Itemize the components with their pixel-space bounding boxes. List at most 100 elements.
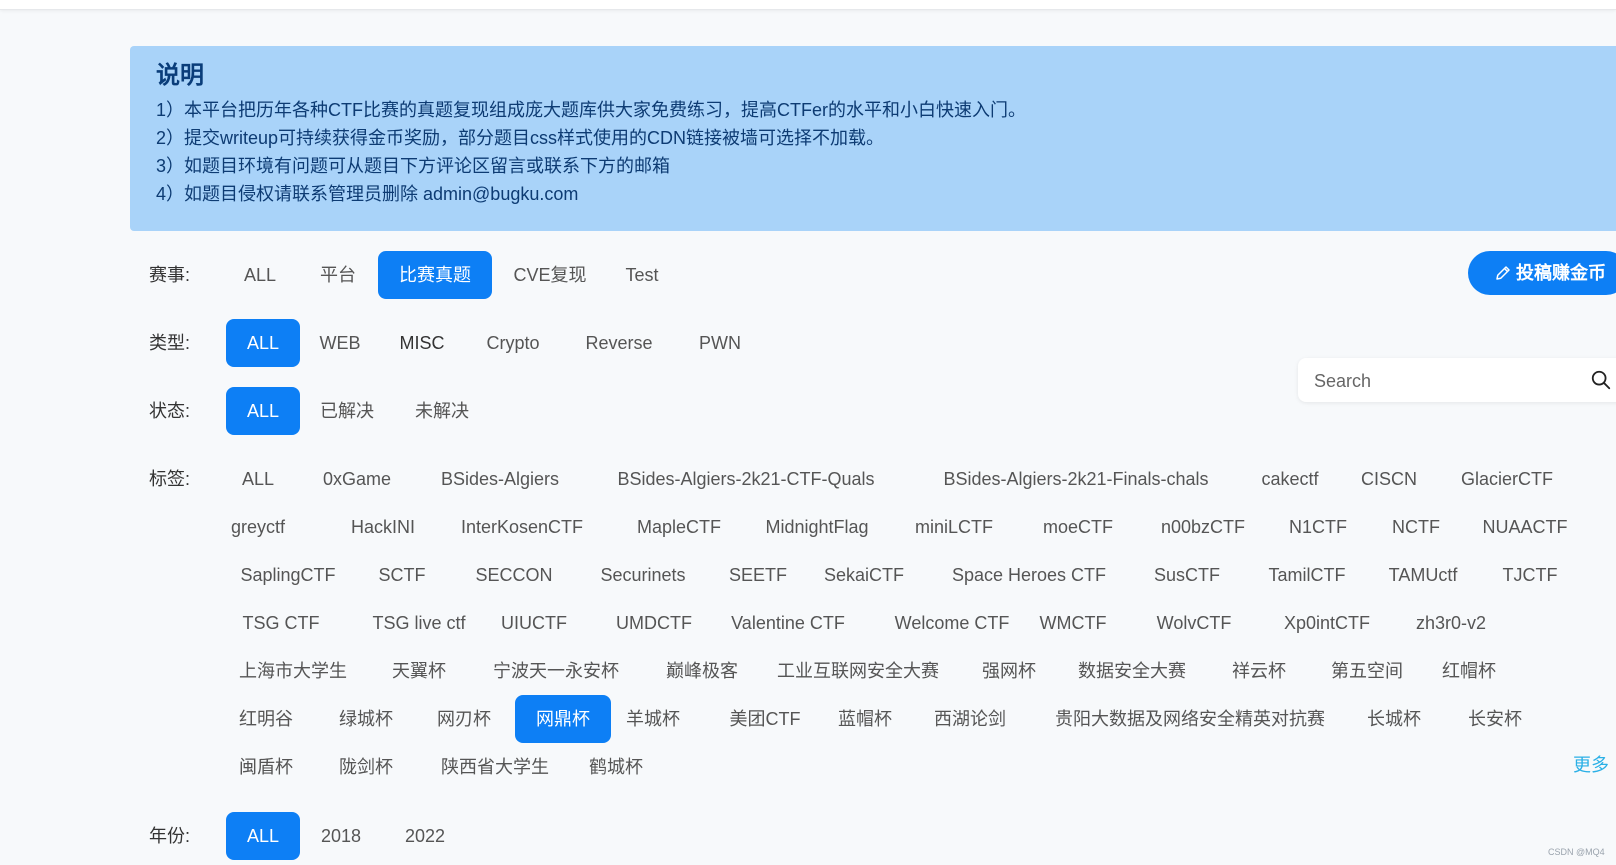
tag-option[interactable]: BSides-Algiers-2k21-CTF-Quals <box>588 455 904 503</box>
search-icon[interactable] <box>1590 369 1612 391</box>
tag-option[interactable]: 蓝帽杯 <box>825 695 905 743</box>
tags-filter-label: 标签: <box>149 469 191 489</box>
tag-option[interactable]: zh3r0-v2 <box>1390 599 1512 647</box>
tag-option[interactable]: MapleCTF <box>615 503 743 551</box>
tag-option[interactable]: 祥云杯 <box>1220 647 1298 695</box>
tag-option[interactable]: moeCTF <box>1023 503 1133 551</box>
tag-option[interactable]: SEETF <box>717 551 799 599</box>
tag-option[interactable]: N1CTF <box>1271 503 1365 551</box>
tags-more-link[interactable]: 更多 <box>1573 752 1609 778</box>
tag-option[interactable]: GlacierCTF <box>1444 455 1570 503</box>
tag-option[interactable]: 网鼎杯 <box>515 695 611 743</box>
tag-option[interactable]: BSides-Algiers-2k21-Finals-chals <box>913 455 1239 503</box>
tag-option[interactable]: greyctf <box>226 503 290 551</box>
tag-option[interactable]: WMCTF <box>1023 599 1123 647</box>
tag-option[interactable]: NCTF <box>1375 503 1457 551</box>
tag-option[interactable]: 鹤城杯 <box>578 743 654 791</box>
tag-option[interactable]: 闽盾杯 <box>226 743 306 791</box>
tag-option[interactable]: WolvCTF <box>1145 599 1243 647</box>
tag-option[interactable]: InterKosenCTF <box>436 503 608 551</box>
event-option-cve[interactable]: CVE复现 <box>502 251 598 299</box>
watermark: CSDN @MQ4 <box>1548 847 1605 857</box>
tag-option[interactable]: miniLCTF <box>902 503 1006 551</box>
status-filter-label: 状态: <box>149 401 191 421</box>
tag-option[interactable]: TSG CTF <box>226 599 336 647</box>
tag-option[interactable]: 羊城杯 <box>615 695 691 743</box>
tag-option[interactable]: BSides-Algiers <box>416 455 584 503</box>
search-input[interactable] <box>1312 358 1576 404</box>
tag-option[interactable]: SECCON <box>458 551 570 599</box>
search-box <box>1298 358 1616 404</box>
event-option-test[interactable]: Test <box>608 251 676 299</box>
tag-option[interactable]: Welcome CTF <box>890 599 1014 647</box>
notice-line-4: 4）如题目侵权请联系管理员删除 admin@bugku.com <box>156 184 579 204</box>
notice-title: 说明 <box>156 62 204 89</box>
event-option-contest[interactable]: 比赛真题 <box>378 251 492 299</box>
tag-option[interactable]: 陇剑杯 <box>326 743 406 791</box>
year-option-2022[interactable]: 2022 <box>392 812 458 860</box>
tag-option[interactable]: 陕西省大学生 <box>424 743 566 791</box>
tag-option[interactable]: MidnightFlag <box>750 503 884 551</box>
tag-option[interactable]: 贵阳大数据及网络安全精英对抗赛 <box>1042 695 1338 743</box>
type-filter-label: 类型: <box>149 333 191 353</box>
tag-option[interactable]: SekaiCTF <box>810 551 918 599</box>
type-option-web[interactable]: WEB <box>308 319 372 367</box>
tag-option[interactable]: Valentine CTF <box>724 599 852 647</box>
notice-line-3: 3）如题目环境有问题可从题目下方评论区留言或联系下方的邮箱 <box>156 156 671 176</box>
pencil-icon <box>1496 266 1510 280</box>
tag-option[interactable]: CISCN <box>1345 455 1433 503</box>
notice-line-1: 1）本平台把历年各种CTF比赛的真题复现组成庞大题库供大家免费练习，提高CTFe… <box>156 100 1026 120</box>
status-option-solved[interactable]: 已解决 <box>310 387 384 435</box>
type-option-pwn[interactable]: PWN <box>685 319 755 367</box>
tag-option[interactable]: 绿城杯 <box>326 695 406 743</box>
tag-option[interactable]: UIUCTF <box>488 599 580 647</box>
tag-option[interactable]: NUAACTF <box>1463 503 1587 551</box>
tag-option[interactable]: Space Heroes CTF <box>940 551 1118 599</box>
event-option-platform[interactable]: 平台 <box>304 251 372 299</box>
tag-option[interactable]: 第五空间 <box>1318 647 1416 695</box>
year-option-2018[interactable]: 2018 <box>308 812 374 860</box>
tag-option[interactable]: UMDCTF <box>600 599 708 647</box>
event-filter-label: 赛事: <box>149 265 191 285</box>
tag-option[interactable]: 工业互联网安全大赛 <box>766 647 950 695</box>
tag-option[interactable]: ALL <box>226 455 290 503</box>
tag-option[interactable]: SusCTF <box>1135 551 1239 599</box>
tag-option[interactable]: 网刃杯 <box>424 695 504 743</box>
tag-option[interactable]: Xp0intCTF <box>1262 599 1392 647</box>
year-filter-label: 年份: <box>149 826 191 846</box>
type-option-reverse[interactable]: Reverse <box>574 319 664 367</box>
tag-option[interactable]: 长城杯 <box>1355 695 1433 743</box>
tag-option[interactable]: 红明谷 <box>226 695 306 743</box>
type-option-all[interactable]: ALL <box>226 319 300 367</box>
tag-option[interactable]: 美团CTF <box>713 695 817 743</box>
top-navbar <box>0 0 1616 10</box>
event-option-all[interactable]: ALL <box>226 251 294 299</box>
notice-panel: 说明 1）本平台把历年各种CTF比赛的真题复现组成庞大题库供大家免费练习，提高C… <box>130 46 1616 231</box>
tag-option[interactable]: 天翼杯 <box>380 647 458 695</box>
status-option-all[interactable]: ALL <box>226 387 300 435</box>
year-option-all[interactable]: ALL <box>226 812 300 860</box>
tag-option[interactable]: 上海市大学生 <box>226 647 360 695</box>
tag-option[interactable]: SCTF <box>366 551 438 599</box>
tag-option[interactable]: cakectf <box>1248 455 1332 503</box>
tag-option[interactable]: 巅峰极客 <box>654 647 750 695</box>
tag-option[interactable]: 强网杯 <box>970 647 1048 695</box>
tag-option[interactable]: TJCTF <box>1484 551 1576 599</box>
tag-option[interactable]: SaplingCTF <box>226 551 350 599</box>
type-option-misc[interactable]: MISC <box>390 319 454 367</box>
status-option-unsolved[interactable]: 未解决 <box>405 387 479 435</box>
tag-option[interactable]: TAMUctf <box>1370 551 1476 599</box>
tag-option[interactable]: Securinets <box>577 551 709 599</box>
type-option-crypto[interactable]: Crypto <box>473 319 553 367</box>
tag-option[interactable]: TamilCTF <box>1252 551 1362 599</box>
tag-option[interactable]: 红帽杯 <box>1430 647 1508 695</box>
tag-option[interactable]: 长安杯 <box>1456 695 1534 743</box>
tag-option[interactable]: 西湖论剑 <box>922 695 1018 743</box>
tag-option[interactable]: 数据安全大赛 <box>1065 647 1199 695</box>
tag-option[interactable]: HackINI <box>332 503 434 551</box>
tag-option[interactable]: 0xGame <box>302 455 412 503</box>
tag-option[interactable]: TSG live ctf <box>356 599 482 647</box>
submit-writeup-button[interactable]: 投稿赚金币 <box>1468 251 1616 295</box>
tag-option[interactable]: n00bzCTF <box>1138 503 1268 551</box>
tag-option[interactable]: 宁波天一永安杯 <box>477 647 635 695</box>
